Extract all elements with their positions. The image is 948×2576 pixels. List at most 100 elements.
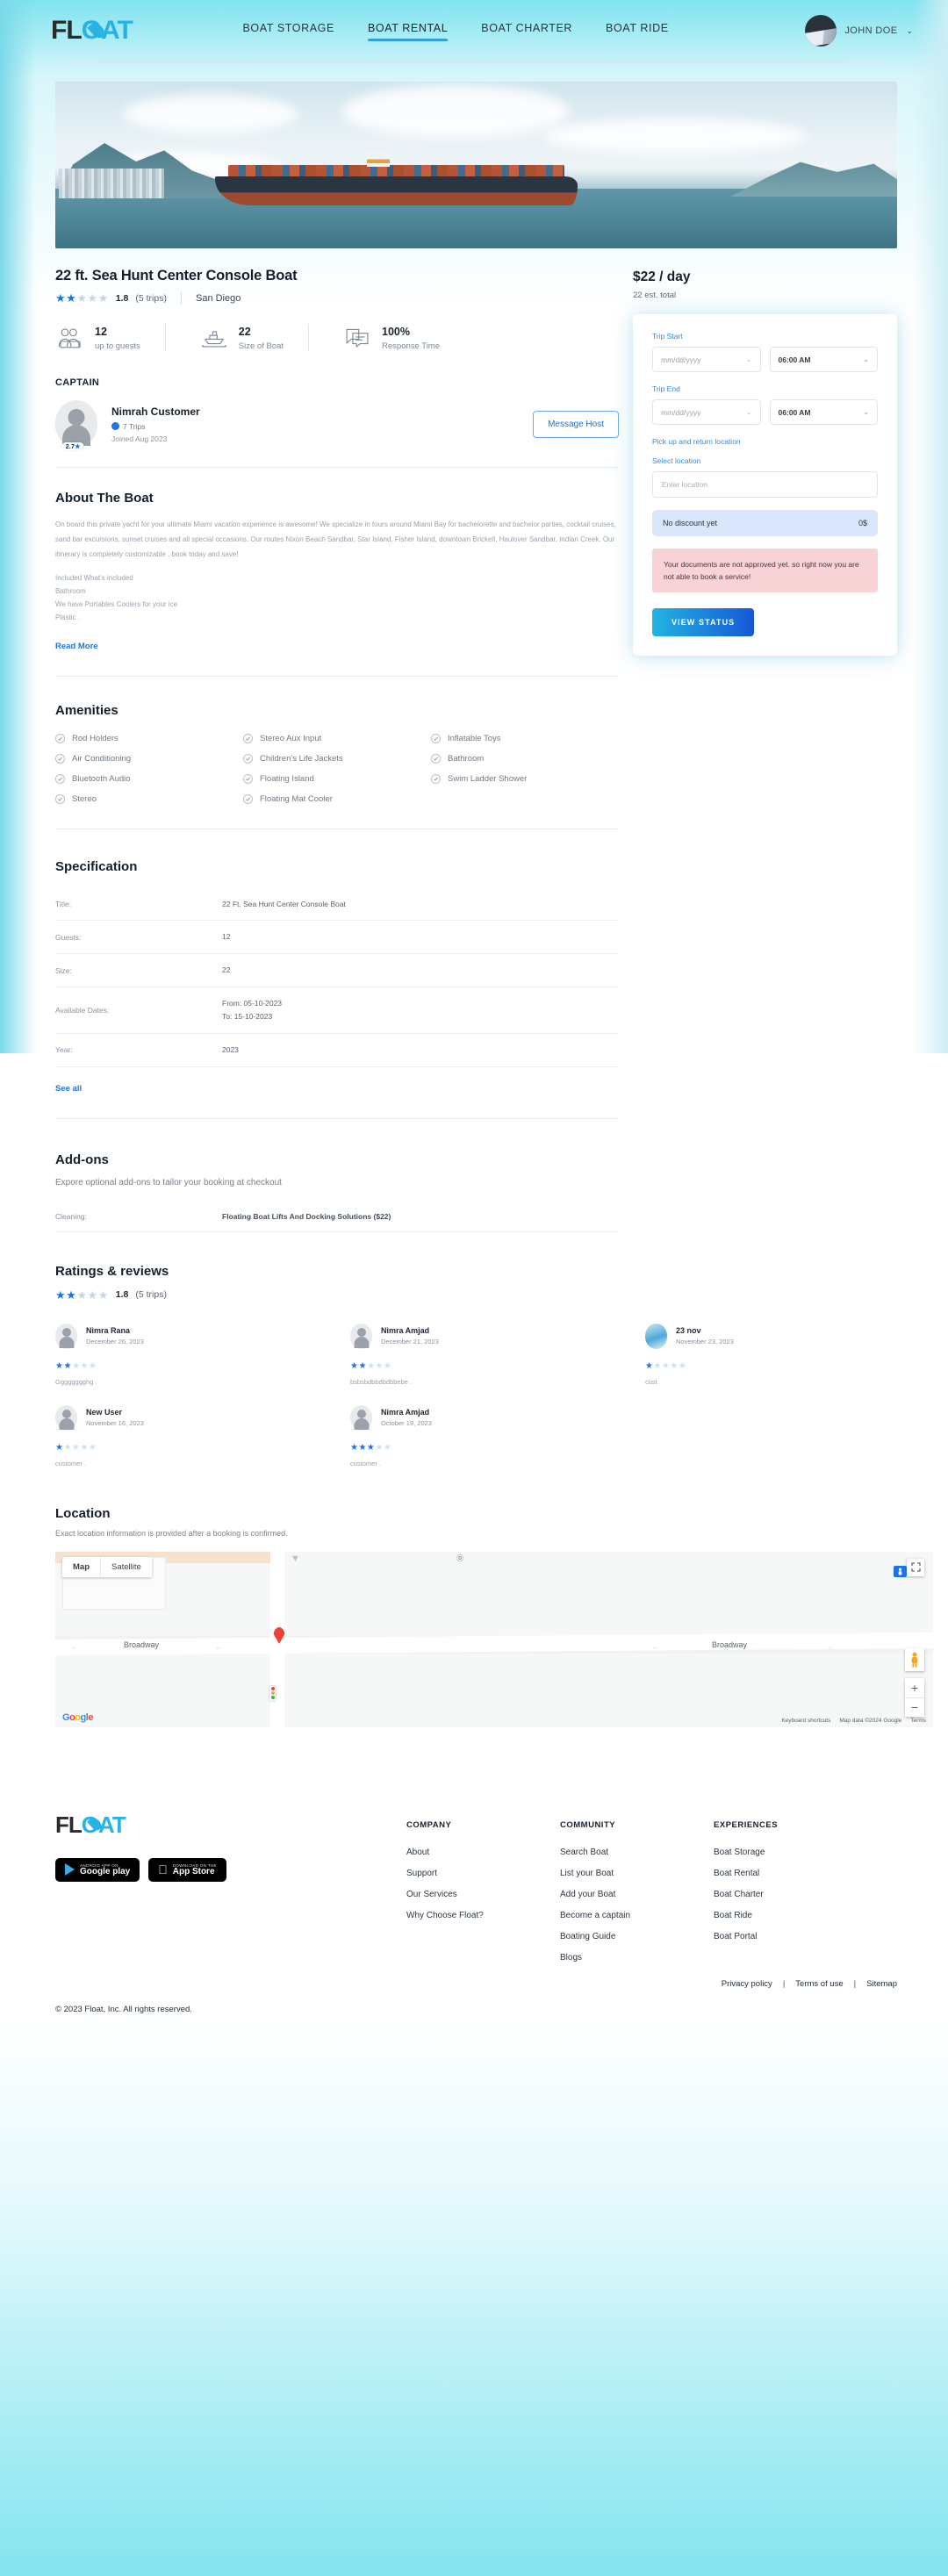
- nav-boat-ride[interactable]: BOAT RIDE: [606, 22, 669, 39]
- location-input[interactable]: [652, 471, 878, 498]
- zoom-out-button[interactable]: −: [905, 1697, 924, 1717]
- check-circle-icon: [243, 793, 253, 804]
- footer-link-add-your-boat[interactable]: Add your Boat: [560, 1890, 714, 1899]
- footer-link-boat-ride[interactable]: Boat Ride: [714, 1911, 867, 1920]
- zoom-in-button[interactable]: +: [905, 1678, 924, 1697]
- about-included-1: Bathroom: [55, 587, 86, 596]
- map-type-satellite[interactable]: Satellite: [100, 1556, 152, 1577]
- listing-rating: ★★★★★ 1.8 (5 trips) San Diego: [55, 291, 619, 305]
- map-type-switch[interactable]: Map Satellite: [62, 1556, 152, 1577]
- footer-link-search-boat[interactable]: Search Boat: [560, 1848, 714, 1857]
- footer-link-boat-rental[interactable]: Boat Rental: [714, 1869, 867, 1878]
- footer-link-boat-storage[interactable]: Boat Storage: [714, 1848, 867, 1857]
- logo-part3: AT: [101, 16, 133, 45]
- map-zoom-controls[interactable]: + −: [905, 1677, 924, 1717]
- fullscreen-button[interactable]: [907, 1558, 924, 1576]
- amenity-item: Stereo: [55, 793, 243, 804]
- footer-link-boat-charter[interactable]: Boat Charter: [714, 1890, 867, 1899]
- addon-value: Floating Boat Lifts And Docking Solution…: [222, 1211, 391, 1221]
- about-included-2: We have Portables Coolers for your ice: [55, 599, 178, 608]
- footer-logo[interactable]: FLOAT: [55, 1812, 126, 1839]
- google-play-main: Google play: [80, 1866, 131, 1876]
- message-host-button[interactable]: Message Host: [533, 410, 619, 438]
- app-store-badges: Android app onGoogle play  Download on …: [55, 1857, 406, 1882]
- nav-boat-charter[interactable]: BOAT CHARTER: [481, 22, 572, 39]
- trip-count: (5 trips): [135, 292, 167, 304]
- star-rating: ★★★★★: [55, 291, 109, 305]
- chevron-down-icon: ⌄: [906, 25, 913, 35]
- nav-boat-rental[interactable]: BOAT RENTAL: [367, 22, 449, 41]
- trip-start-time-select[interactable]: 06:00 AM ⌄: [769, 347, 878, 372]
- see-all-link[interactable]: See all: [55, 1084, 82, 1094]
- about-included-3: Plastic .: [55, 613, 81, 621]
- trip-end-time-select[interactable]: 06:00 AM ⌄: [769, 399, 878, 425]
- trip-end-label: Trip End: [652, 384, 680, 393]
- app-store-sub: Download on the: [163, 1862, 217, 1868]
- footer-link-blogs[interactable]: Blogs: [560, 1953, 714, 1962]
- trip-start-time-value: 06:00 AM: [778, 355, 811, 364]
- terms-link[interactable]: Terms: [910, 1718, 926, 1724]
- sitemap-link[interactable]: Sitemap: [866, 1979, 897, 1989]
- nav-boat-storage[interactable]: BOAT STORAGE: [243, 22, 334, 39]
- footer-column-company: COMPANY About Support Our Services Why C…: [406, 1820, 560, 1974]
- amenity-label: Children's Life Jackets: [260, 753, 343, 764]
- amenities-heading: Amenities: [55, 702, 118, 718]
- trip-start-date-input[interactable]: mm/dd/yyyy ⌄: [652, 347, 761, 372]
- avatar: [645, 1323, 667, 1349]
- pickup-return-location-link[interactable]: Pick up and return location: [652, 437, 878, 446]
- map-canvas[interactable]: Map Satellite ▼ Ⓓ ← Broadway ← ← Broadwa…: [55, 1551, 933, 1727]
- amenity-label: Inflatable Toys: [448, 733, 501, 743]
- google-play-badge[interactable]: Android app on Google play: [55, 1857, 140, 1882]
- addons-section: Add-ons Expore optional add-ons to tailo…: [55, 1119, 619, 1232]
- trip-end-date-input[interactable]: mm/dd/yyyy ⌄: [652, 399, 761, 425]
- map-type-map[interactable]: Map: [62, 1557, 100, 1577]
- trip-start-date-value: mm/dd/yyyy: [661, 355, 701, 364]
- terms-of-use-link[interactable]: Terms of use: [795, 1979, 843, 1989]
- price-per-day: $22 / day: [633, 269, 691, 284]
- footer-link-list-your-boat[interactable]: List your Boat: [560, 1869, 714, 1878]
- check-circle-icon: [55, 793, 65, 804]
- listing-location: San Diego: [195, 292, 241, 304]
- about-section: About The Boat On board this private yac…: [55, 468, 619, 653]
- captain-heading: CAPTAIN: [55, 377, 100, 388]
- google-play-sub: Android app on: [80, 1862, 118, 1868]
- site-logo[interactable]: FLOAT: [51, 16, 133, 46]
- footer-link-columns: COMPANY About Support Our Services Why C…: [406, 1812, 897, 1974]
- captain-card: 2.7★ Nimrah Customer ✓ 7 Trips Joined Au…: [55, 400, 619, 450]
- avatar: [350, 1323, 372, 1349]
- specification-heading: Specification: [55, 858, 138, 874]
- pegman-icon[interactable]: [905, 1647, 924, 1671]
- captain-avatar: 2.7★: [55, 400, 97, 450]
- reviews-trip-count: (5 trips): [135, 1289, 167, 1301]
- footer-link-become-a-captain[interactable]: Become a captain: [560, 1911, 714, 1920]
- footer-link-our-services[interactable]: Our Services: [406, 1890, 560, 1899]
- about-heading: About The Boat: [55, 491, 154, 506]
- user-menu[interactable]: JOHN DOE ⌄: [805, 15, 913, 47]
- site-header: FLOAT BOAT STORAGE BOAT RENTAL BOAT CHAR…: [0, 0, 948, 61]
- booking-card: Trip Start mm/dd/yyyy ⌄ 06:00 AM ⌄ Trip …: [633, 314, 897, 657]
- app-store-badge[interactable]:  Download on theApp Store: [148, 1857, 226, 1882]
- footer-link-why-choose-float[interactable]: Why Choose Float?: [406, 1911, 560, 1920]
- footer-link-about[interactable]: About: [406, 1848, 560, 1857]
- privacy-policy-link[interactable]: Privacy policy: [722, 1979, 772, 1989]
- discount-banner: No discount yet 0$: [652, 510, 878, 536]
- keyboard-shortcuts-link[interactable]: Keyboard shortcuts: [781, 1718, 830, 1724]
- street-view-badge-icon[interactable]: [894, 1565, 907, 1577]
- amenity-label: Floating Mat Cooler: [260, 793, 333, 804]
- amenity-item: Stereo Aux Input: [243, 733, 431, 743]
- captain-trips: ✓ 7 Trips: [111, 422, 533, 431]
- app-store-main: App Store: [163, 1866, 215, 1876]
- amenity-label: Floating Island: [260, 773, 314, 784]
- about-included-0: Included What's included: [55, 574, 133, 583]
- star-rating: ★★★★★: [350, 1442, 392, 1453]
- footer-link-boating-guide[interactable]: Boating Guide: [560, 1932, 714, 1941]
- chat-icon: [342, 326, 372, 349]
- footer-link-boat-portal[interactable]: Boat Portal: [714, 1932, 867, 1941]
- divider: [180, 291, 182, 305]
- avatar: [55, 1323, 77, 1349]
- legal-separator: |: [782, 1978, 786, 1989]
- amenity-item: Swim Ladder Shower: [431, 773, 619, 784]
- read-more-link[interactable]: Read More: [55, 642, 98, 651]
- footer-link-support[interactable]: Support: [406, 1869, 560, 1878]
- view-status-button[interactable]: VIEW STATUS: [652, 608, 755, 637]
